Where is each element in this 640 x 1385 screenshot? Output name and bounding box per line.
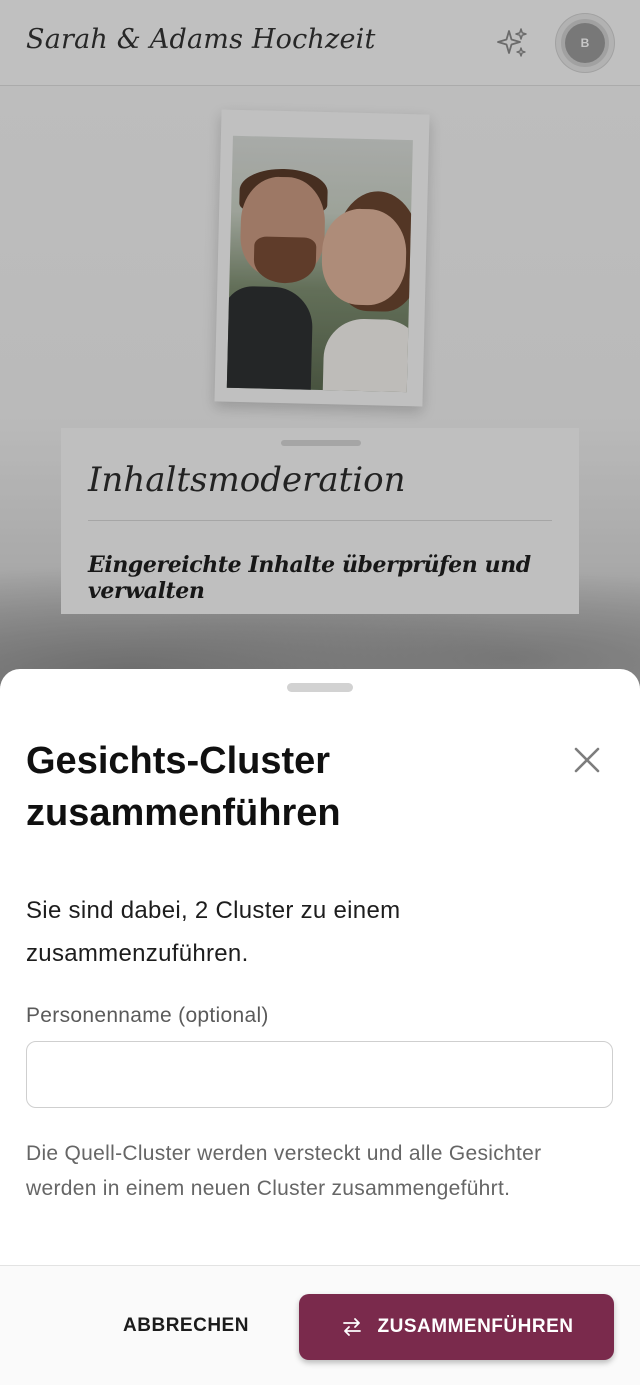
cancel-button[interactable]: ABBRECHEN <box>104 1300 268 1352</box>
sheet-drag-handle[interactable] <box>287 683 353 692</box>
merge-button[interactable]: ZUSAMMENFÜHREN <box>299 1294 614 1360</box>
merge-button-label: ZUSAMMENFÜHREN <box>377 1316 574 1337</box>
dialog-actions: ABBRECHEN ZUSAMMENFÜHREN <box>0 1265 640 1385</box>
merge-clusters-sheet: Gesichts-Cluster zusammenführen Sie sind… <box>0 669 640 1385</box>
close-icon <box>574 747 600 773</box>
person-name-input[interactable] <box>26 1041 613 1108</box>
person-name-label: Personenname (optional) <box>26 1004 269 1027</box>
swap-arrows-icon <box>342 1318 361 1336</box>
close-button[interactable] <box>566 739 608 781</box>
dialog-title: Gesichts-Cluster zusammenführen <box>26 740 341 834</box>
merge-hint: Die Quell-Cluster werden versteckt und a… <box>26 1142 542 1200</box>
dialog-description: Sie sind dabei, 2 Cluster zu einem zusam… <box>26 897 401 967</box>
